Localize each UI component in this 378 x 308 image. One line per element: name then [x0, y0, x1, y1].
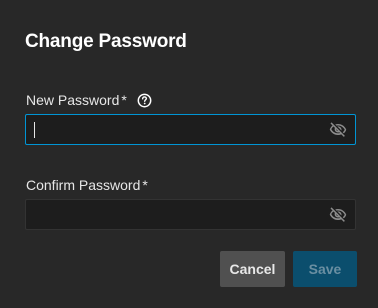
required-marker: * — [142, 177, 148, 193]
text-caret — [34, 122, 35, 138]
confirm-password-input[interactable] — [26, 200, 316, 229]
save-button[interactable]: Save — [293, 251, 357, 287]
help-circle-icon[interactable] — [137, 93, 152, 108]
new-password-field-wrapper — [25, 114, 356, 145]
dialog-title: Change Password — [25, 31, 187, 52]
new-password-label-row: New Password * — [26, 92, 152, 108]
eye-off-icon[interactable] — [329, 121, 347, 139]
change-password-dialog: Change Password New Password * Confirm P… — [0, 0, 378, 308]
confirm-password-label-row: Confirm Password * — [26, 177, 148, 193]
cancel-button[interactable]: Cancel — [220, 251, 285, 287]
new-password-input[interactable] — [26, 115, 316, 144]
new-password-label: New Password — [26, 92, 120, 108]
confirm-password-label: Confirm Password — [26, 177, 141, 193]
required-marker: * — [121, 92, 127, 108]
confirm-password-field-wrapper — [25, 199, 356, 230]
eye-off-icon[interactable] — [329, 206, 347, 224]
